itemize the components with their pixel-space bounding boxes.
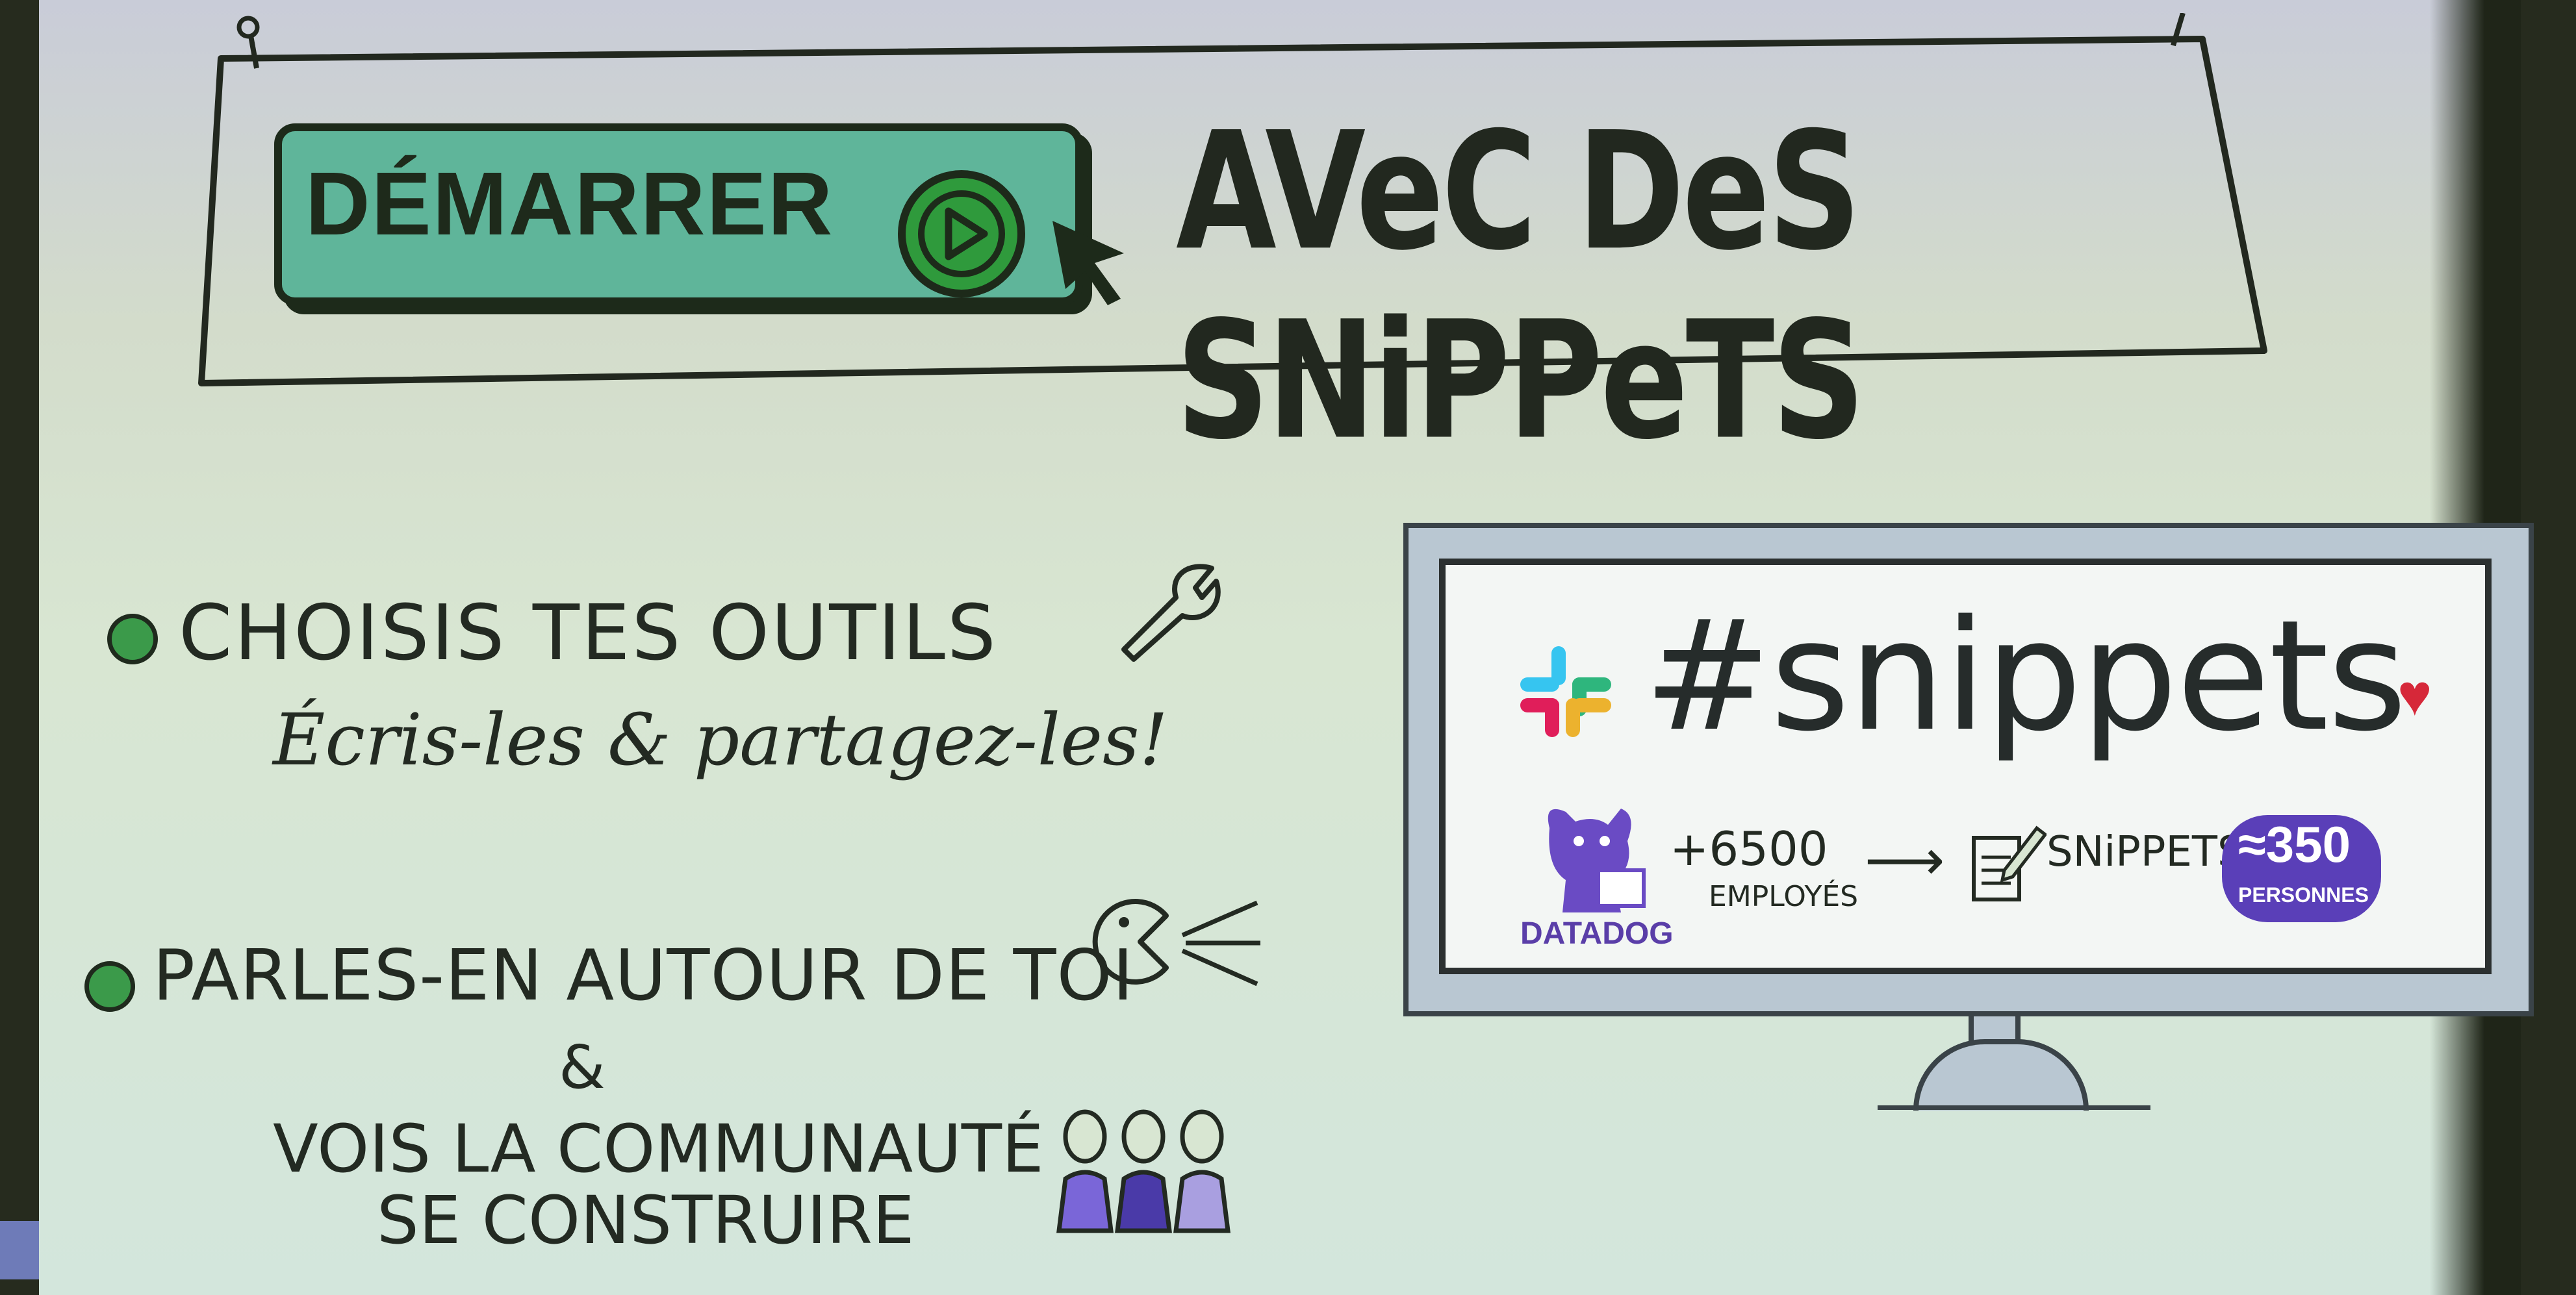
pacman-icon	[1092, 899, 1260, 987]
datadog-dog-icon	[1548, 809, 1646, 912]
snippets-label: SNiPPETS	[2047, 828, 2244, 876]
corner-logo-icon	[0, 1221, 39, 1279]
point-2-line2: VOIS LA COMMUNAUTÉ	[273, 1111, 1044, 1188]
point-2-amp: &	[559, 1033, 606, 1102]
point-2-text: PARLES-EN AUTOUR DE TOI	[153, 935, 1134, 1016]
bullet-icon	[84, 961, 135, 1012]
banner-title: AVeC DeS SNiPPeTS	[1176, 97, 1865, 476]
people-icon	[1056, 1109, 1231, 1233]
demarrer-button-label: DÉMARRER	[305, 154, 834, 254]
point-2-line3: SE CONSTRUIRE	[377, 1182, 915, 1259]
slack-icon	[1520, 646, 1611, 737]
employees-count: +6500	[1670, 822, 1828, 876]
arrow: ⟶	[1865, 828, 1945, 893]
point-1-text: CHOISIS TES OUTILS	[179, 588, 998, 677]
point-1-script: Écris-les & partagez-les!	[273, 698, 1168, 781]
people-label: PERSONNES	[2238, 883, 2369, 907]
wrench-icon	[1121, 564, 1221, 662]
heart-icon: ♥	[2397, 663, 2432, 728]
channel-name: #snippets	[1644, 588, 2407, 765]
monitor-stand-line	[1878, 1105, 2150, 1110]
employees-label: EMPLOYÉS	[1709, 880, 1859, 913]
datadog-label: DATADOG	[1520, 916, 1674, 951]
cursor-icon	[1052, 221, 1124, 305]
notepad-pencil-icon	[1972, 825, 2047, 901]
play-icon	[898, 170, 1025, 297]
people-count: ≈350	[2238, 816, 2351, 873]
bullet-icon	[107, 614, 158, 664]
